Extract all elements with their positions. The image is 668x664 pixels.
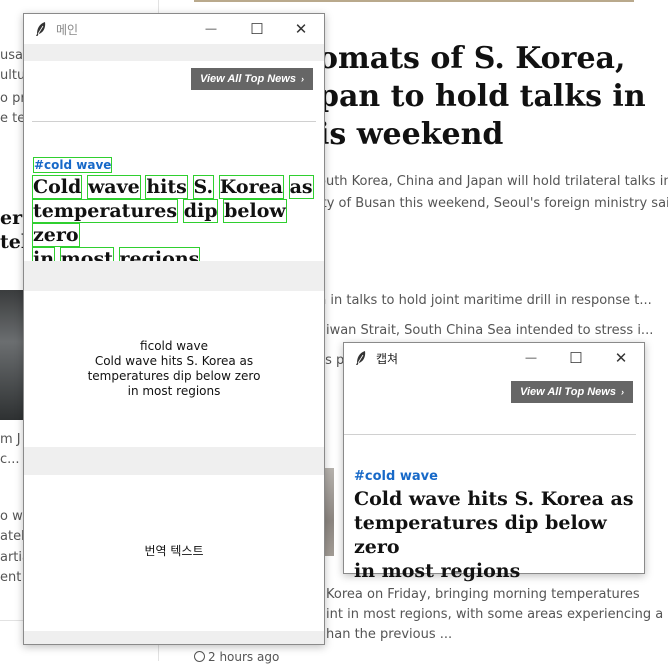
main-top-strip — [24, 44, 324, 61]
main-window[interactable]: 메인 — ☐ ✕ View All Top News › #cold wave C… — [23, 13, 325, 645]
capture-headline[interactable]: Cold wave hits S. Korea as temperatures … — [354, 487, 639, 583]
main-title-bar[interactable]: 메인 — ☐ ✕ — [24, 14, 324, 44]
main-window-title: 메인 — [56, 23, 79, 37]
minimize-button[interactable]: — — [188, 14, 234, 44]
main-tag-link[interactable]: #cold wave — [32, 157, 113, 173]
chevron-right-icon: › — [300, 74, 304, 84]
bg-left-divider — [0, 620, 24, 621]
main-bottom-strip — [24, 631, 324, 644]
feather-icon — [356, 351, 366, 365]
main-ocr-text: ficold wave Cold wave hits S. Korea as t… — [87, 339, 261, 398]
bg-story-3[interactable]: Korea on Friday, bringing morning temper… — [326, 585, 663, 645]
maximize-button[interactable]: ☐ — [553, 343, 599, 373]
capture-title-bar[interactable]: 캡쳐 — ☐ ✕ — [344, 343, 644, 373]
bg-summary: outh Korea, China and Japan will hold tr… — [318, 174, 668, 211]
capture-separator — [344, 434, 636, 435]
close-button[interactable]: ✕ — [598, 343, 644, 373]
view-all-top-news-button[interactable]: View All Top News › — [191, 68, 313, 90]
clock-icon — [194, 651, 205, 662]
main-strip-3 — [24, 447, 324, 475]
minimize-button[interactable]: — — [508, 343, 554, 373]
bg-story-3-thumbnail — [324, 468, 334, 556]
close-button[interactable]: ✕ — [278, 14, 324, 44]
bg-left-photo — [0, 290, 24, 420]
view-all-top-news-button[interactable]: View All Top News › — [511, 381, 633, 403]
capture-window[interactable]: 캡쳐 — ☐ ✕ View All Top News › #cold wave C… — [343, 342, 645, 582]
top-image-edge — [194, 0, 634, 2]
main-translation-text: 번역 텍스트 — [144, 544, 204, 558]
main-separator — [32, 121, 316, 122]
main-headline[interactable]: Cold wave hits S. Korea as temperatures … — [31, 175, 318, 271]
bg-headline[interactable]: omats of S. Korea, pan to hold talks in … — [318, 40, 646, 154]
capture-tag-link[interactable]: #cold wave — [354, 469, 438, 484]
main-strip-2 — [24, 261, 324, 291]
bg-left-fragment-3: m J c... — [0, 432, 21, 467]
maximize-button[interactable]: ☐ — [234, 14, 280, 44]
bg-left-fragment-1: usa ultu — [0, 48, 26, 83]
bg-timestamp: 2 hours ago — [194, 650, 279, 664]
chevron-right-icon: › — [620, 387, 624, 397]
capture-window-title: 캡쳐 — [376, 352, 399, 366]
feather-icon — [36, 22, 46, 36]
